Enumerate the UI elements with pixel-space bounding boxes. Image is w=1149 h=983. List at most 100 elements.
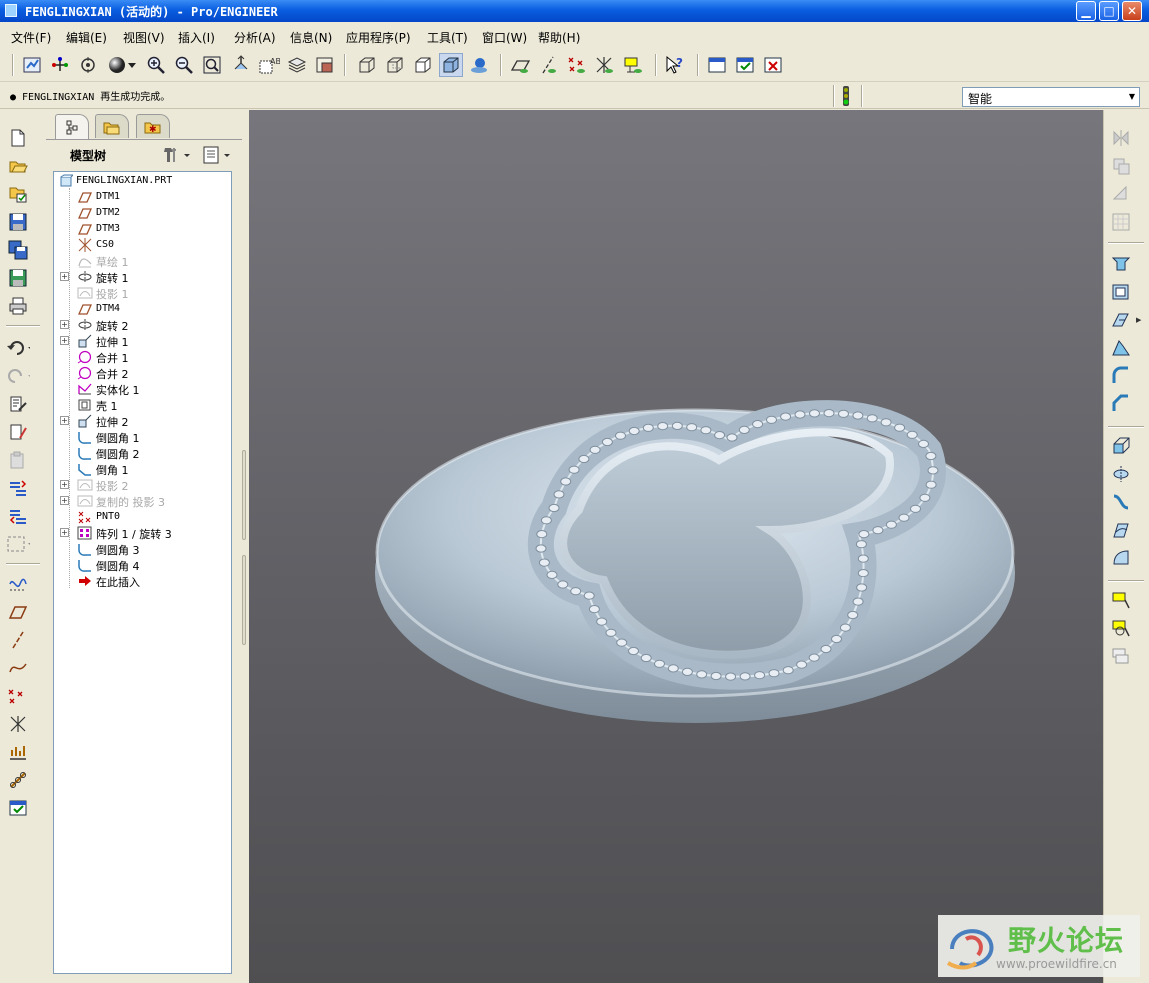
datum-planes-display-icon[interactable] bbox=[509, 53, 533, 77]
tree-node[interactable]: + 旋转 1 bbox=[54, 269, 231, 285]
expand-icon[interactable]: + bbox=[60, 480, 69, 489]
zoom-in-icon[interactable] bbox=[144, 53, 168, 77]
datum-curve-tool-icon[interactable] bbox=[6, 656, 30, 680]
saved-views-icon[interactable]: AB bbox=[257, 53, 281, 77]
tree-node[interactable]: DTM4 bbox=[54, 301, 231, 317]
copy-icon[interactable] bbox=[6, 420, 30, 444]
tree-node[interactable]: + 阵列 1 / 旋转 3 bbox=[54, 525, 231, 541]
backup-icon[interactable] bbox=[6, 266, 30, 290]
menu-applications[interactable]: 应用程序(P) bbox=[346, 29, 411, 46]
round-tool-icon[interactable] bbox=[1109, 364, 1133, 388]
tree-node[interactable]: + 旋转 2 bbox=[54, 317, 231, 333]
splitter-grip[interactable] bbox=[242, 555, 246, 645]
rib-tool-icon[interactable] bbox=[1109, 308, 1133, 332]
merge-tool-icon[interactable] bbox=[1109, 154, 1133, 178]
tree-node[interactable]: + 复制的 投影 3 bbox=[54, 493, 231, 509]
zoom-out-icon[interactable] bbox=[172, 53, 196, 77]
expand-icon[interactable]: + bbox=[60, 496, 69, 505]
annotation-display-icon[interactable] bbox=[621, 53, 645, 77]
chamfer-tool-icon[interactable] bbox=[1109, 392, 1133, 416]
tree-node[interactable]: 草绘 1 bbox=[54, 253, 231, 269]
tree-node[interactable]: 实体化 1 bbox=[54, 381, 231, 397]
reference-pattern-icon[interactable] bbox=[6, 768, 30, 792]
analysis-feature-icon[interactable] bbox=[6, 740, 30, 764]
traffic-light-icon[interactable] bbox=[840, 86, 852, 106]
tree-node[interactable]: DTM3 bbox=[54, 221, 231, 237]
mirror-icon[interactable] bbox=[1109, 126, 1133, 150]
chevron-down-icon[interactable] bbox=[126, 53, 138, 77]
regeneration-manager-icon[interactable] bbox=[6, 504, 30, 528]
tab-folder-browser[interactable] bbox=[95, 114, 129, 138]
extrude-tool-icon[interactable] bbox=[1109, 434, 1133, 458]
menu-info[interactable]: 信息(N) bbox=[290, 29, 332, 46]
redraw-icon[interactable] bbox=[20, 53, 44, 77]
chevron-right-icon[interactable]: ▶ bbox=[1136, 316, 1141, 324]
select-working-dir-icon[interactable] bbox=[6, 182, 30, 206]
pattern-tool-icon[interactable] bbox=[1109, 210, 1133, 234]
tree-node[interactable]: 倒角 1 bbox=[54, 461, 231, 477]
no-hidden-icon[interactable] bbox=[411, 53, 435, 77]
insert-mode-icon[interactable] bbox=[6, 796, 30, 820]
tree-node[interactable]: + 投影 2 bbox=[54, 477, 231, 493]
model-tree-display-icon[interactable] bbox=[467, 53, 491, 77]
shaded-icon[interactable] bbox=[439, 53, 463, 77]
window-activate-icon[interactable] bbox=[705, 53, 729, 77]
redo-icon[interactable] bbox=[6, 364, 30, 388]
paste-icon[interactable] bbox=[6, 448, 30, 472]
draft-tool-icon[interactable] bbox=[1109, 336, 1133, 360]
trim-icon[interactable] bbox=[1109, 182, 1133, 206]
spin-center-icon[interactable] bbox=[48, 53, 72, 77]
tree-node-insert-here[interactable]: 在此插入 bbox=[54, 573, 231, 589]
window-close-icon[interactable] bbox=[761, 53, 785, 77]
datum-plane-tool-icon[interactable] bbox=[6, 600, 30, 624]
tree-node[interactable]: PNT0 bbox=[54, 509, 231, 525]
expand-icon[interactable]: + bbox=[60, 272, 69, 281]
minimize-button[interactable]: ▁ bbox=[1076, 1, 1096, 21]
menu-view[interactable]: 视图(V) bbox=[123, 29, 165, 46]
menu-help[interactable]: 帮助(H) bbox=[538, 29, 580, 46]
menu-edit[interactable]: 编辑(E) bbox=[66, 29, 107, 46]
expand-icon[interactable]: + bbox=[60, 528, 69, 537]
tree-node[interactable]: 投影 1 bbox=[54, 285, 231, 301]
tree-node[interactable]: 合并 2 bbox=[54, 365, 231, 381]
menu-analysis[interactable]: 分析(A) bbox=[234, 29, 276, 46]
refit-icon[interactable] bbox=[200, 53, 224, 77]
tree-node[interactable]: 倒圆角 2 bbox=[54, 445, 231, 461]
hidden-line-icon[interactable] bbox=[383, 53, 407, 77]
close-button[interactable]: ✕ bbox=[1122, 1, 1142, 21]
selection-filter-dropdown[interactable]: 智能 ▼ bbox=[962, 87, 1140, 107]
tree-node[interactable]: DTM1 bbox=[54, 189, 231, 205]
datum-axes-display-icon[interactable] bbox=[537, 53, 561, 77]
tree-node[interactable]: + 拉伸 1 bbox=[54, 333, 231, 349]
view-manager-icon[interactable] bbox=[313, 53, 337, 77]
model-tree-settings-icon[interactable] bbox=[162, 144, 194, 166]
menu-file[interactable]: 文件(F) bbox=[11, 29, 51, 46]
coordinate-system-tool-icon[interactable] bbox=[6, 712, 30, 736]
tree-node[interactable]: 倒圆角 4 bbox=[54, 557, 231, 573]
warp-tool-icon[interactable] bbox=[1109, 616, 1133, 640]
menu-tools[interactable]: 工具(T) bbox=[427, 29, 468, 46]
datum-point-tool-icon[interactable] bbox=[6, 684, 30, 708]
revolve-tool-icon[interactable] bbox=[1109, 462, 1133, 486]
boundary-blend-icon[interactable] bbox=[1109, 546, 1133, 570]
expand-icon[interactable]: + bbox=[60, 320, 69, 329]
tree-node[interactable]: DTM2 bbox=[54, 205, 231, 221]
context-help-icon[interactable]: ? bbox=[663, 53, 687, 77]
hole-tool-icon[interactable] bbox=[1109, 252, 1133, 276]
tab-favorites[interactable]: ✱ bbox=[136, 114, 170, 138]
tree-node-root[interactable]: FENGLINGXIAN.PRT bbox=[54, 173, 231, 189]
style-tool-icon[interactable] bbox=[1109, 588, 1133, 612]
graphics-window[interactable] bbox=[249, 110, 1103, 983]
tree-node[interactable]: + 拉伸 2 bbox=[54, 413, 231, 429]
sweep-tool-icon[interactable] bbox=[1109, 490, 1133, 514]
expand-icon[interactable]: + bbox=[60, 416, 69, 425]
tree-node[interactable]: 合并 1 bbox=[54, 349, 231, 365]
layers-icon[interactable] bbox=[285, 53, 309, 77]
undo-icon[interactable] bbox=[6, 336, 30, 360]
shell-tool-icon[interactable] bbox=[1109, 280, 1133, 304]
show-options-icon[interactable] bbox=[202, 144, 234, 166]
tree-node[interactable]: CS0 bbox=[54, 237, 231, 253]
wireframe-icon[interactable] bbox=[355, 53, 379, 77]
tree-node[interactable]: 倒圆角 1 bbox=[54, 429, 231, 445]
reorient-icon[interactable] bbox=[229, 53, 253, 77]
